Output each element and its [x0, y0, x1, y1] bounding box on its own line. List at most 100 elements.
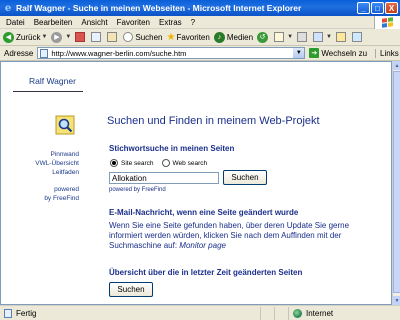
nav-link-pinnwand[interactable]: Pinnwand — [35, 150, 79, 159]
address-bar: Adresse http://www.wagner-berlin.com/suc… — [0, 46, 400, 61]
maximize-button[interactable]: □ — [371, 2, 384, 14]
stop-icon — [75, 32, 86, 42]
toolbar: ◀ Zurück ▼ ▶ ▼ Suchen ★ Favoriten ♪ Medien… — [0, 29, 400, 46]
address-input[interactable]: http://www.wagner-berlin.com/suche.htm ▼ — [37, 47, 306, 59]
sidebar-nav: Pinnwand VWL-Übersicht Leitfaden — [35, 150, 79, 177]
sidebar-divider — [13, 91, 83, 92]
vertical-scrollbar[interactable]: ▲ ▼ — [392, 61, 400, 305]
globe-icon — [293, 308, 302, 318]
changes-heading: Übersicht über die in letzter Zeit geänd… — [109, 268, 303, 277]
edit-button[interactable]: ▼ — [313, 32, 332, 42]
menu-extras[interactable]: Extras — [159, 18, 182, 27]
zone-label: Internet — [306, 308, 334, 318]
windows-logo-icon — [374, 16, 400, 29]
powered-line-1: powered — [54, 186, 79, 193]
search-input[interactable]: Allokation — [109, 172, 219, 184]
scroll-down-arrow-icon[interactable]: ▼ — [393, 296, 400, 305]
favorites-button[interactable]: ★ Favoriten — [167, 32, 210, 43]
messenger-icon — [351, 32, 362, 42]
edit-icon — [313, 32, 324, 42]
chevron-down-icon: ▼ — [65, 34, 72, 40]
media-icon: ♪ — [213, 31, 225, 43]
page-done-icon — [4, 308, 12, 318]
media-button[interactable]: ♪ Medien — [213, 31, 254, 43]
scroll-thumb[interactable] — [393, 71, 400, 293]
address-label: Adresse — [4, 48, 34, 58]
history-icon: ↺ — [257, 31, 269, 43]
email-text: Wenn Sie eine Seite gefunden haben, über… — [109, 221, 350, 250]
mail-button[interactable]: ▼ — [274, 32, 293, 42]
chevron-down-icon[interactable]: ▼ — [293, 48, 305, 58]
home-icon — [107, 32, 118, 42]
author-name[interactable]: Ralf Wagner — [29, 76, 76, 86]
title-bar: e Ralf Wagner - Suche in meinen Webseite… — [0, 0, 400, 16]
stop-button[interactable] — [75, 32, 87, 42]
go-button[interactable]: Wechseln zu — [321, 49, 367, 58]
search-submit-button[interactable]: Suchen — [223, 170, 267, 185]
email-description: Wenn Sie eine Seite gefunden haben, über… — [109, 221, 369, 251]
address-url: http://www.wagner-berlin.com/suche.htm — [51, 48, 187, 58]
page-title: Suchen und Finden in meinem Web-Projekt — [107, 115, 320, 127]
media-label: Medien — [226, 32, 254, 42]
nav-link-vwl[interactable]: VWL-Übersicht — [35, 159, 79, 168]
history-button[interactable]: ↺ — [257, 31, 270, 43]
menu-ansicht[interactable]: Ansicht — [81, 18, 107, 27]
nav-link-leitfaden[interactable]: Leitfaden — [35, 168, 79, 177]
site-search-radio[interactable] — [110, 159, 118, 167]
window-title: Ralf Wagner - Suche in meinen Webseiten … — [16, 3, 302, 13]
site-search-label: Site search — [121, 159, 154, 167]
changes-search-button[interactable]: Suchen — [109, 282, 153, 297]
forward-button[interactable]: ▶ ▼ — [51, 31, 72, 43]
back-arrow-icon: ◀ — [3, 31, 14, 43]
magnifier-icon — [55, 115, 75, 135]
mail-icon — [274, 32, 285, 42]
search-button[interactable]: Suchen — [123, 32, 163, 42]
chevron-down-icon: ▼ — [326, 34, 332, 40]
discuss-button[interactable] — [335, 32, 348, 42]
menu-datei[interactable]: Datei — [6, 18, 25, 27]
minimize-button[interactable]: _ — [357, 2, 370, 14]
freefind-credit[interactable]: powered by FreeFind — [109, 187, 166, 193]
page-icon — [40, 48, 49, 58]
search-scope: Site search Web search — [110, 159, 207, 167]
menu-bearbeiten[interactable]: Bearbeiten — [34, 18, 73, 27]
web-search-label: Web search — [172, 159, 208, 167]
menu-help[interactable]: ? — [191, 18, 195, 27]
keyword-heading: Stichwortsuche in meinen Seiten — [109, 144, 235, 153]
discuss-icon — [335, 32, 346, 42]
sidebar-powered: powered by FreeFind — [44, 185, 79, 203]
refresh-button[interactable] — [91, 32, 103, 42]
star-icon: ★ — [166, 31, 176, 43]
status-bar: Fertig Internet — [0, 305, 400, 320]
search-label: Suchen — [135, 32, 163, 42]
forward-arrow-icon: ▶ — [51, 31, 63, 43]
monitor-page-link[interactable]: Monitor page — [179, 241, 226, 250]
go-arrow-icon[interactable]: ➔ — [309, 48, 320, 58]
menu-favoriten[interactable]: Favoriten — [117, 18, 150, 27]
powered-line-2[interactable]: by FreeFind — [44, 194, 79, 203]
ie-icon: e — [4, 2, 12, 14]
home-button[interactable] — [107, 32, 119, 42]
back-label: Zurück — [16, 32, 41, 42]
chevron-down-icon: ▼ — [287, 34, 294, 40]
search-icon — [123, 32, 134, 42]
print-button[interactable] — [297, 32, 309, 42]
email-heading: E-Mail-Nachricht, wenn eine Seite geände… — [109, 208, 299, 217]
chevron-down-icon: ▼ — [41, 34, 48, 40]
messenger-button[interactable] — [351, 32, 364, 42]
status-cell — [274, 306, 288, 320]
back-button[interactable]: ◀ Zurück ▼ — [3, 31, 48, 43]
refresh-icon — [91, 32, 102, 42]
status-text: Fertig — [16, 308, 37, 318]
links-button[interactable]: Links — [375, 48, 399, 58]
menu-bar: Datei Bearbeiten Ansicht Favoriten Extra… — [0, 16, 400, 29]
close-button[interactable]: X — [385, 2, 398, 14]
print-icon — [297, 32, 308, 42]
web-search-radio[interactable] — [161, 159, 170, 167]
security-zone: Internet — [288, 306, 400, 320]
status-cell — [260, 306, 274, 320]
page-content: Ralf Wagner Pinnwand VWL-Übersicht Leitf… — [0, 61, 392, 305]
favorites-label: Favoriten — [176, 32, 210, 42]
scroll-up-arrow-icon[interactable]: ▲ — [393, 61, 400, 70]
status-text-area: Fertig — [0, 307, 260, 320]
